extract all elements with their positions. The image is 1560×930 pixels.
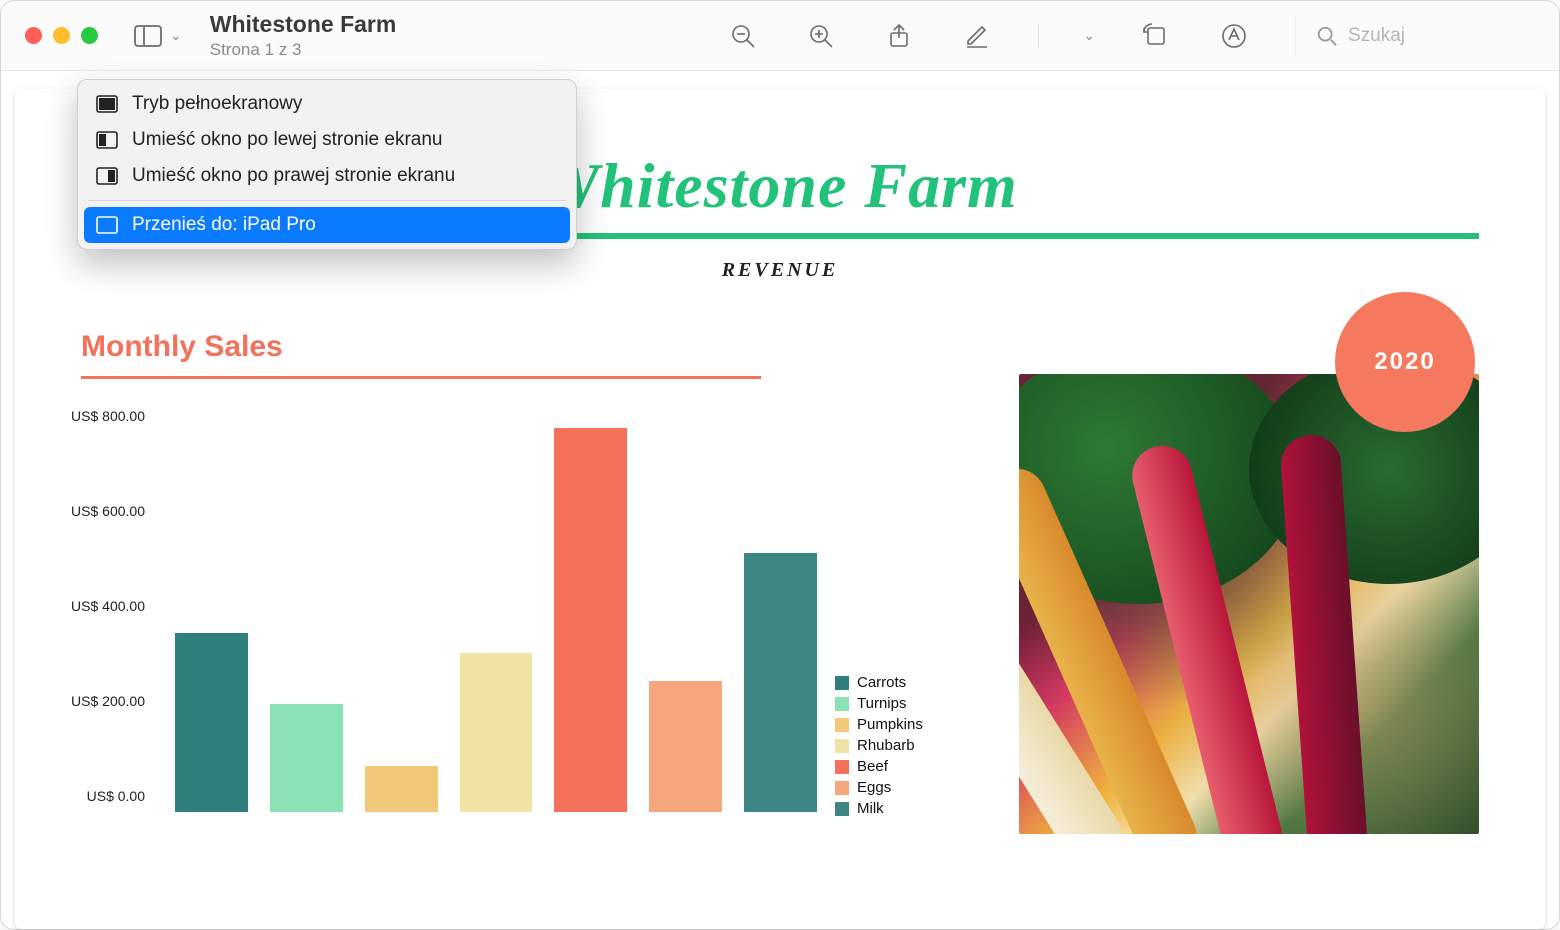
document-title: Whitestone Farm — [210, 11, 397, 39]
chart-bar — [270, 704, 343, 812]
chart-y-axis: US$ 0.00 US$ 200.00 US$ 400.00 US$ 600.00 US… — [51, 402, 151, 842]
chart-bar — [649, 681, 722, 812]
page-indicator: Strona 1 z 3 — [210, 40, 397, 60]
chart-header: Monthly Sales — [81, 330, 761, 379]
y-tick-label: US$ 400.00 — [71, 598, 145, 614]
legend-swatch — [835, 697, 849, 711]
chevron-down-icon: ⌄ — [170, 27, 182, 44]
chart-bar — [365, 766, 438, 812]
legend-label: Turnips — [857, 693, 906, 714]
chart-bar — [744, 553, 817, 812]
rotate-button[interactable] — [1139, 19, 1173, 53]
chart-plot-area — [161, 402, 831, 812]
menu-item-tile-right[interactable]: Umieść okno po prawej stronie ekranu — [84, 158, 570, 194]
zoom-out-icon — [730, 23, 756, 49]
legend-swatch — [835, 760, 849, 774]
chart-bar — [554, 428, 627, 812]
doc-content: Monthly Sales 2020 US$ 0.00US$ 200.00US$… — [15, 282, 1545, 902]
y-tick-label: US$ 800.00 — [71, 408, 145, 424]
menu-item-label: Tryb pełnoekranowy — [132, 93, 302, 115]
chart-bar — [460, 653, 533, 812]
legend-label: Rhubarb — [857, 735, 915, 756]
markup-icon — [1221, 23, 1247, 49]
window-controls — [25, 27, 98, 44]
legend-item: Pumpkins — [835, 714, 923, 735]
fullscreen-icon — [96, 95, 118, 113]
menu-item-tile-left[interactable]: Umieść okno po lewej stronie ekranu — [84, 122, 570, 158]
chart-title-rule — [81, 376, 761, 379]
monthly-sales-chart: US$ 0.00 US$ 200.00 US$ 400.00 US$ 600.00 US… — [51, 402, 831, 842]
menu-item-label: Umieść okno po prawej stronie ekranu — [132, 165, 455, 187]
search-field[interactable] — [1295, 17, 1535, 55]
y-tick-label: US$ 0.00 — [87, 788, 145, 804]
chart-title: Monthly Sales — [81, 330, 761, 364]
legend-item: Milk — [835, 798, 923, 819]
zoom-in-button[interactable] — [804, 19, 838, 53]
legend-label: Eggs — [857, 777, 891, 798]
year-badge-text: 2020 — [1374, 348, 1435, 376]
vegetable-photo — [1019, 374, 1479, 834]
legend-swatch — [835, 802, 849, 816]
legend-swatch — [835, 739, 849, 753]
view-menu-button[interactable]: ⌄ — [134, 25, 182, 47]
fullscreen-window-button[interactable] — [81, 27, 98, 44]
sidebar-icon — [134, 25, 162, 47]
tile-left-icon — [96, 131, 118, 149]
close-window-button[interactable] — [25, 27, 42, 44]
legend-item: Eggs — [835, 777, 923, 798]
annotate-button[interactable] — [960, 19, 994, 53]
menu-item-fullscreen[interactable]: Tryb pełnoekranowy — [84, 86, 570, 122]
legend-swatch — [835, 718, 849, 732]
document-title-area: Whitestone Farm Strona 1 z 3 — [210, 11, 397, 61]
tile-right-icon — [96, 167, 118, 185]
legend-label: Milk — [857, 798, 884, 819]
minimize-window-button[interactable] — [53, 27, 70, 44]
chevron-down-icon[interactable]: ⌄ — [1083, 27, 1095, 44]
legend-item: Beef — [835, 756, 923, 777]
legend-label: Pumpkins — [857, 714, 923, 735]
menu-item-move-to-ipad[interactable]: Przenieś do: iPad Pro — [84, 207, 570, 243]
share-button[interactable] — [882, 19, 916, 53]
search-input[interactable] — [1348, 25, 1528, 47]
chart-legend: CarrotsTurnipsPumpkinsRhubarbBeefEggsMil… — [835, 672, 923, 819]
chart-bar — [175, 633, 248, 812]
menu-separator — [88, 200, 566, 201]
toolbar-divider — [1038, 24, 1039, 48]
doc-subheading: REVENUE — [15, 259, 1545, 282]
chart-bars — [161, 402, 831, 812]
ipad-icon — [96, 216, 118, 234]
toolbar: ⌄ — [726, 17, 1559, 55]
legend-swatch — [835, 676, 849, 690]
search-icon — [1316, 25, 1338, 47]
legend-label: Carrots — [857, 672, 906, 693]
legend-swatch — [835, 781, 849, 795]
y-tick-label: US$ 600.00 — [71, 503, 145, 519]
zoom-in-icon — [808, 23, 834, 49]
legend-item: Carrots — [835, 672, 923, 693]
legend-item: Rhubarb — [835, 735, 923, 756]
legend-label: Beef — [857, 756, 888, 777]
menu-item-label: Umieść okno po lewej stronie ekranu — [132, 129, 443, 151]
markup-button[interactable] — [1217, 19, 1251, 53]
pencil-icon — [964, 23, 990, 49]
year-badge: 2020 — [1335, 292, 1475, 432]
titlebar: ⌄ Whitestone Farm Strona 1 z 3 ⌄ — [1, 1, 1559, 71]
share-icon — [886, 23, 912, 49]
y-tick-label: US$ 200.00 — [71, 693, 145, 709]
app-window: ⌄ Whitestone Farm Strona 1 z 3 ⌄ — [0, 0, 1560, 930]
menu-item-label: Przenieś do: iPad Pro — [132, 214, 316, 236]
rotate-icon — [1143, 23, 1169, 49]
window-layout-menu: Tryb pełnoekranowy Umieść okno po lewej … — [77, 79, 577, 250]
zoom-out-button[interactable] — [726, 19, 760, 53]
legend-item: Turnips — [835, 693, 923, 714]
